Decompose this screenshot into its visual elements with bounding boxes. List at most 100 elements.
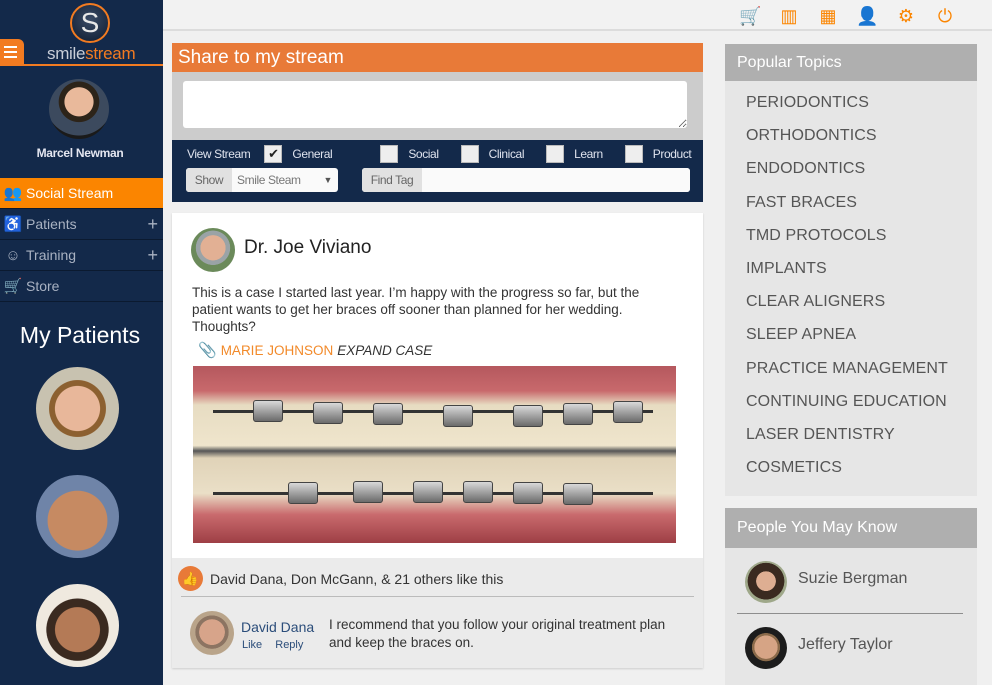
post-content: Dr. Joe Viviano This is a case I started… [172, 213, 703, 558]
person-name[interactable]: Jeffery Taylor [798, 636, 893, 654]
profile-name[interactable]: Marcel Newman [0, 146, 160, 160]
person-avatar[interactable] [745, 627, 787, 669]
find-tag-label: Find Tag [362, 168, 422, 192]
topic-item[interactable]: CONTINUING EDUCATION [725, 390, 977, 423]
find-tag-group: Find Tag [362, 168, 690, 192]
building-icon[interactable]: ▦ [817, 5, 839, 27]
attached-case: 📎 MARIE JOHNSON EXPAND CASE [198, 341, 432, 359]
person-item[interactable]: Suzie Bergman [725, 548, 977, 614]
topic-item[interactable]: ENDODONTICS [725, 157, 977, 190]
topic-item[interactable]: CLEAR ALIGNERS [725, 290, 977, 323]
logo-icon: S [70, 3, 110, 43]
thumbs-up-icon[interactable]: 👍 [178, 566, 203, 591]
topbar: 🛒 ▥ ▦ 👤 ⚙ ⏻ [163, 0, 992, 31]
topic-item[interactable]: PERIODONTICS [725, 91, 977, 124]
expand-case-link[interactable]: EXPAND CASE [337, 343, 432, 358]
person-avatar[interactable] [745, 561, 787, 603]
bracket [288, 482, 318, 504]
general-label: General [292, 147, 333, 161]
stream-post: Dr. Joe Viviano This is a case I started… [172, 213, 703, 668]
sidebar: S smilestream Marcel Newman 👥 Social Str… [0, 0, 163, 685]
case-image[interactable] [193, 366, 676, 543]
user-icon[interactable]: 👤 [856, 5, 878, 27]
expand-plus-icon[interactable]: + [147, 214, 158, 235]
sidebar-item-social-stream[interactable]: 👥 Social Stream [0, 178, 163, 209]
logo-text: smilestream [47, 44, 136, 64]
bracket [513, 482, 543, 504]
clinical-checkbox[interactable] [460, 145, 479, 163]
author-name[interactable]: Dr. Joe Viviano [244, 237, 371, 259]
case-link[interactable]: MARIE JOHNSON [221, 343, 334, 358]
learn-label: Learn [574, 147, 603, 161]
likes-text[interactable]: David Dana, Don McGann, & 21 others like… [210, 571, 503, 587]
sidebar-item-label: Social Stream [26, 185, 114, 201]
popular-topics-panel: Popular Topics PERIODONTICS ORTHODONTICS… [725, 44, 977, 496]
reply-button[interactable]: Reply [275, 639, 303, 651]
bracket [313, 402, 343, 424]
cart-icon: 🛒 [3, 278, 23, 295]
power-icon[interactable]: ⏻ [934, 5, 956, 27]
check-icon: ✔ [268, 146, 279, 161]
patient-avatar[interactable] [36, 367, 119, 450]
bracket [513, 405, 543, 427]
share-input[interactable] [183, 81, 687, 128]
social-checkbox[interactable] [380, 145, 399, 163]
general-checkbox[interactable]: ✔ [264, 145, 283, 163]
like-comment-button[interactable]: Like [242, 639, 262, 651]
topbar-icons: 🛒 ▥ ▦ 👤 ⚙ ⏻ [739, 5, 956, 27]
sidebar-item-label: Training [26, 247, 77, 263]
topic-item[interactable]: SLEEP APNEA [725, 323, 977, 356]
sidebar-item-training[interactable]: ☺ Training + [0, 240, 163, 271]
product-label: Product [652, 147, 692, 161]
expand-plus-icon[interactable]: + [147, 245, 158, 266]
patient-avatar[interactable] [36, 584, 119, 667]
logo[interactable]: S smilestream [0, 0, 163, 66]
comment-text: I recommend that you follow your origina… [329, 617, 666, 650]
comment-author[interactable]: David Dana [241, 619, 314, 635]
topic-item[interactable]: TMD PROTOCOLS [725, 224, 977, 257]
share-panel: Share to my stream View Stream ✔ General… [172, 43, 703, 202]
patient-avatar[interactable] [36, 475, 119, 558]
bracket [413, 481, 443, 503]
buildings-icon[interactable]: ▥ [778, 5, 800, 27]
bracket [373, 403, 403, 425]
bracket [613, 401, 643, 423]
paperclip-icon: 📎 [198, 342, 217, 359]
bracket [353, 481, 383, 503]
sidebar-item-patients[interactable]: ♿ Patients + [0, 209, 163, 240]
profile-avatar[interactable] [49, 79, 109, 139]
logo-text-stream: stream [85, 44, 136, 63]
show-select-value[interactable]: Smile Steam ▼ [232, 168, 338, 192]
hamburger-menu-icon[interactable] [0, 39, 24, 65]
cart-icon[interactable]: 🛒 [739, 5, 761, 27]
topic-item[interactable]: ORTHODONTICS [725, 124, 977, 157]
post-text: This is a case I started last year. I’m … [192, 285, 640, 334]
commenter-avatar[interactable] [190, 611, 234, 655]
social-label: Social [408, 147, 439, 161]
person-name[interactable]: Suzie Bergman [798, 570, 907, 588]
people-you-may-know-panel: People You May Know Suzie Bergman Jeffer… [725, 508, 977, 685]
clinical-label: Clinical [488, 147, 525, 161]
sidebar-item-label: Patients [26, 216, 77, 232]
bracket [253, 400, 283, 422]
topic-item[interactable]: COSMETICS [725, 456, 977, 489]
show-label: Show [186, 168, 232, 192]
sidebar-item-store[interactable]: 🛒 Store [0, 271, 163, 302]
author-avatar[interactable] [191, 228, 235, 272]
topic-item[interactable]: FAST BRACES [725, 191, 977, 224]
chevron-down-icon[interactable]: ▼ [323, 168, 332, 192]
product-checkbox[interactable] [624, 145, 643, 163]
topic-item[interactable]: LASER DENTISTRY [725, 423, 977, 456]
show-select[interactable]: Show Smile Steam ▼ [186, 168, 338, 192]
bracket [563, 403, 593, 425]
stream-filters: View Stream ✔ General Social Clinical Le… [172, 140, 703, 202]
gear-icon[interactable]: ⚙ [895, 5, 917, 27]
topic-item[interactable]: PRACTICE MANAGEMENT [725, 357, 977, 390]
person-item[interactable]: Jeffery Taylor [725, 614, 977, 680]
filter-controls: Show Smile Steam ▼ Find Tag [186, 168, 690, 192]
topic-item[interactable]: IMPLANTS [725, 257, 977, 290]
find-tag-input[interactable] [422, 168, 690, 192]
learn-checkbox[interactable] [546, 145, 565, 163]
bracket [463, 481, 493, 503]
view-stream-row: View Stream ✔ General Social Clinical Le… [187, 145, 692, 163]
